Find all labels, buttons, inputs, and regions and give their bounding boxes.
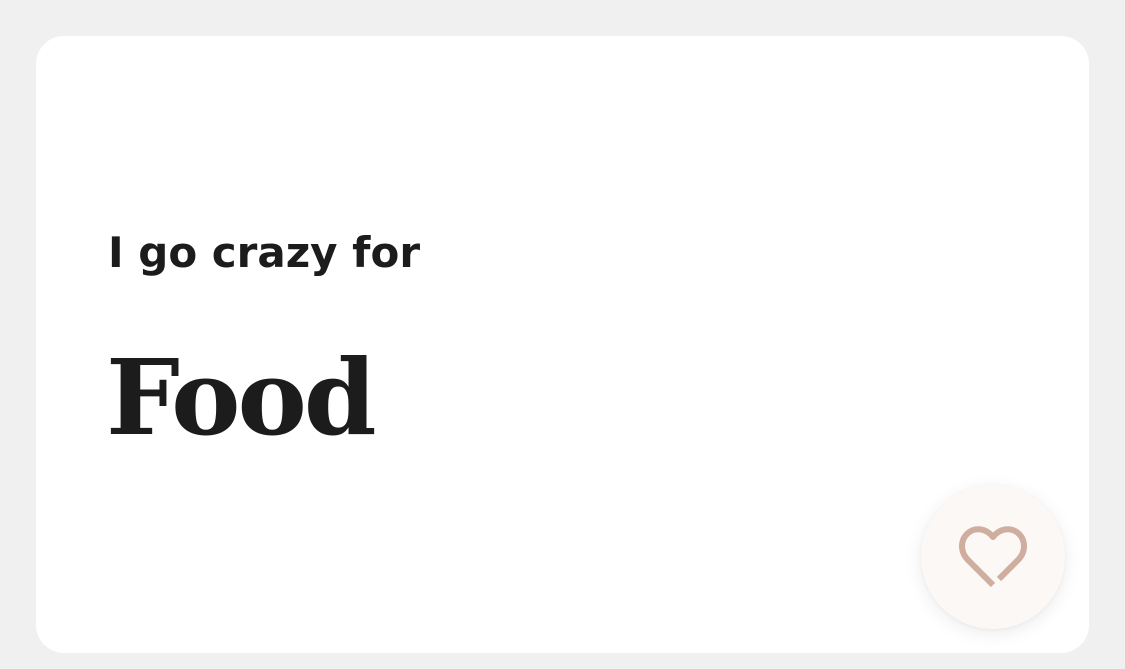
prompt-question: I go crazy for <box>108 228 421 277</box>
prompt-answer: Food <box>106 336 377 459</box>
prompt-card: I go crazy for Food <box>36 36 1089 653</box>
heart-outline-icon <box>959 526 1027 588</box>
like-button[interactable] <box>921 485 1065 629</box>
